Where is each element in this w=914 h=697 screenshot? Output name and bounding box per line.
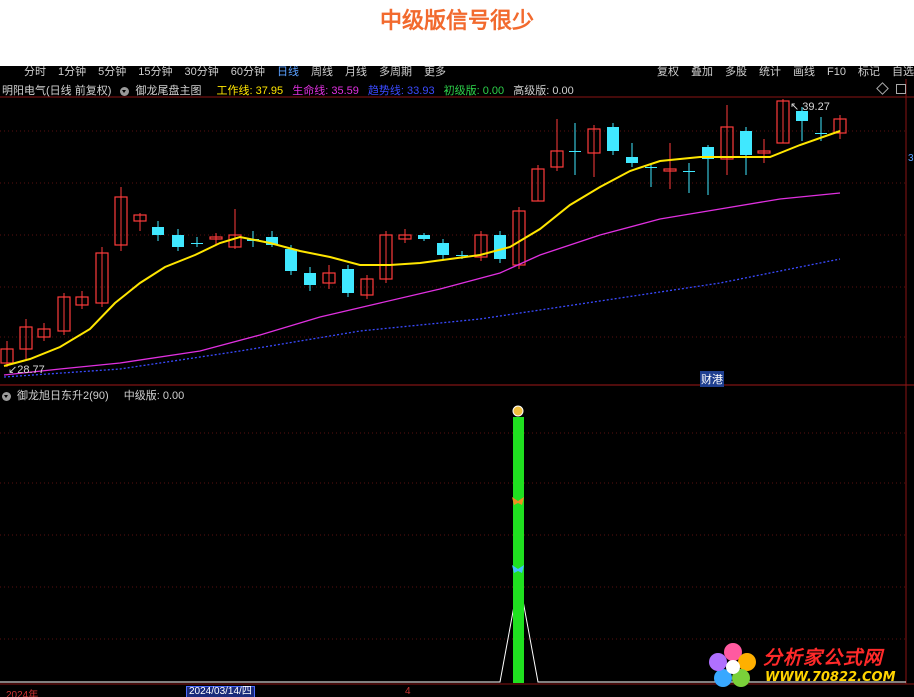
sub-info-bar: 御龙旭日东升2(90) 中级版: 0.00	[2, 387, 190, 403]
sub-indicator-name: 御龙旭日东升2(90)	[17, 390, 109, 402]
candle-body	[569, 151, 581, 152]
candle-body	[815, 133, 827, 134]
period-tab[interactable]: 日线	[277, 66, 299, 78]
tool-buttons: 复权 叠加 多股 统计 画线 F10 标记 自选	[645, 66, 914, 79]
axis-year: 2024年	[6, 690, 39, 697]
candle-body	[342, 269, 354, 293]
tool-button[interactable]: F10	[827, 66, 846, 78]
page-headline: 中级版信号很少	[0, 0, 914, 72]
candle-body	[645, 167, 657, 168]
tool-button[interactable]: 复权	[657, 66, 679, 78]
low-price-label: ↙28.77	[8, 364, 45, 376]
tool-button[interactable]: 自选	[892, 66, 914, 78]
watermark-logo: 分析家公式网 WWW.70822.COM	[705, 638, 910, 693]
sub-indicator-value: 中级版: 0.00	[123, 390, 185, 402]
candle-body	[172, 235, 184, 247]
caigang-badge[interactable]: 财港	[700, 371, 724, 387]
main-indicator-name: 御龙尾盘主图	[135, 85, 202, 97]
main-indicator-toggle[interactable]: 御龙尾盘主图	[120, 85, 207, 97]
work-line	[3, 130, 841, 367]
right-axis-marker: 3	[908, 153, 914, 164]
candle-body	[285, 249, 297, 271]
period-tabs: 分时 1分钟 5分钟 15分钟 30分钟 60分钟 日线 周线 月线 多周期 更多	[24, 66, 458, 79]
candle-body	[304, 273, 316, 285]
watermark-url: WWW.70822.COM	[765, 670, 896, 685]
kline-terminal: 明阳电气(日线 前复权) 御龙尾盘主图 工作线: 37.95 生命线: 35.5…	[0, 79, 914, 697]
watermark-title: 分析家公式网	[763, 647, 884, 669]
period-tab[interactable]: 5分钟	[98, 66, 126, 78]
maximize-icon[interactable]	[896, 84, 906, 94]
period-tab[interactable]: 30分钟	[185, 66, 219, 78]
period-tab[interactable]: 多周期	[379, 66, 412, 78]
tool-button[interactable]: 画线	[793, 66, 815, 78]
candle-body	[191, 243, 203, 244]
axis-tick: 4	[405, 686, 411, 697]
candle-body	[152, 227, 164, 235]
dropdown-icon[interactable]	[2, 391, 11, 401]
tool-button[interactable]: 叠加	[691, 66, 713, 78]
dropdown-icon[interactable]	[120, 86, 130, 96]
candle-body	[626, 157, 638, 163]
tool-button[interactable]: 标记	[858, 66, 880, 78]
life-line-value: 生命线: 35.59	[292, 85, 359, 97]
period-tab[interactable]: 60分钟	[231, 66, 265, 78]
candle-body	[683, 171, 695, 172]
tool-button[interactable]: 多股	[725, 66, 747, 78]
moneybag-icon	[512, 405, 524, 417]
tool-button[interactable]: 统计	[759, 66, 781, 78]
period-tab[interactable]: 1分钟	[58, 66, 86, 78]
period-toolbar: 分时 1分钟 5分钟 15分钟 30分钟 60分钟 日线 周线 月线 多周期 更多 复权 叠加 多股 统计…	[0, 66, 914, 79]
trend-line	[3, 258, 841, 378]
main-info-bar: 明阳电气(日线 前复权) 御龙尾盘主图 工作线: 37.95 生命线: 35.5…	[2, 82, 580, 98]
candle-body	[437, 243, 449, 255]
stock-title[interactable]: 明阳电气(日线 前复权)	[2, 85, 111, 97]
candle-body	[740, 131, 752, 155]
work-line-value: 工作线: 37.95	[216, 85, 284, 97]
signal-bar	[513, 417, 524, 683]
primary-value: 初级版: 0.00	[443, 85, 505, 97]
candle-body	[418, 235, 430, 239]
period-tab[interactable]: 月线	[345, 66, 367, 78]
candle-body	[494, 235, 506, 259]
period-tab[interactable]: 周线	[311, 66, 333, 78]
axis-cursor-date: 2024/03/14/四	[186, 686, 255, 697]
advanced-value: 高级版: 0.00	[513, 85, 574, 97]
period-tab[interactable]: 分时	[24, 66, 46, 78]
period-tab[interactable]: 15分钟	[138, 66, 172, 78]
sub-indicator-toggle[interactable]: 御龙旭日东升2(90)	[2, 390, 115, 402]
flower-logo-icon	[709, 643, 756, 687]
period-tab[interactable]: 更多	[424, 66, 446, 78]
high-price-label: ↖ 39.27	[790, 101, 830, 113]
trend-line-value: 趋势线: 33.93	[367, 85, 435, 97]
candle-body	[607, 127, 619, 151]
